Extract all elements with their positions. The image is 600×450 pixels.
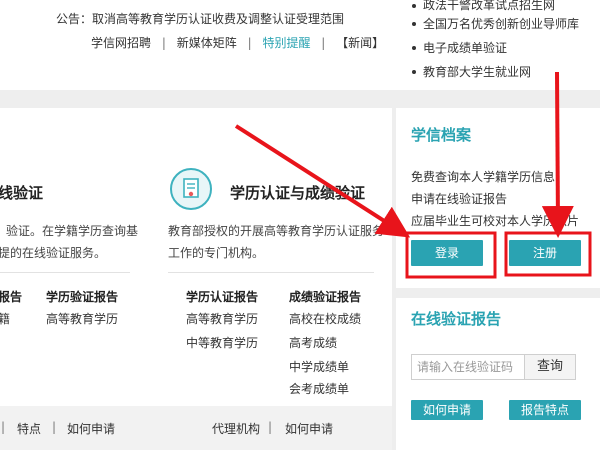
- report-features-button[interactable]: 报告特点: [509, 400, 581, 420]
- link-features[interactable]: 特点: [17, 420, 41, 437]
- services-panel: 线验证 验证。在学籍学历查询基 提的在线验证服务。 报告 籍 学历验证报告 高等…: [0, 108, 392, 450]
- certificate-icon: [170, 168, 212, 210]
- divider: [168, 272, 374, 273]
- link-separator: |: [1, 420, 6, 434]
- link-how-to-apply-2[interactable]: 如何申请: [285, 420, 333, 437]
- query-button[interactable]: 查询: [524, 354, 576, 380]
- cert-col1-item[interactable]: 中等教育学历: [186, 334, 258, 351]
- section-divider: [0, 90, 600, 108]
- right-link-1[interactable]: 政法干警改革试点招生网: [423, 0, 555, 13]
- online-verify-col1-item[interactable]: 籍: [0, 310, 10, 327]
- online-verify-title: 线验证: [0, 184, 44, 202]
- link-how-to-apply[interactable]: 如何申请: [67, 420, 115, 437]
- link-special-reminder[interactable]: 特别提醒: [262, 36, 310, 50]
- cert-col2-item[interactable]: 中学成绩单: [289, 358, 349, 375]
- archive-item[interactable]: 申请在线验证报告: [411, 190, 507, 207]
- cert-desc-2: 工作的专门机构。: [168, 246, 265, 260]
- login-button[interactable]: 登录: [411, 240, 483, 266]
- cert-col2-item[interactable]: 会考成绩单: [289, 380, 349, 397]
- verify-code-input[interactable]: [411, 354, 526, 380]
- link-separator: |: [161, 36, 166, 50]
- how-to-apply-button[interactable]: 如何申请: [411, 400, 483, 420]
- link-agency[interactable]: 代理机构: [212, 420, 260, 437]
- archive-item[interactable]: 免费查询本人学籍学历信息: [411, 168, 555, 185]
- cert-title: 学历认证与成绩验证: [230, 184, 366, 202]
- cert-col2-head: 成绩验证报告: [289, 290, 362, 304]
- bullet-icon: [412, 46, 416, 50]
- online-verify-desc-1: 验证。在学籍学历查询基: [6, 224, 139, 238]
- bullet-icon: [412, 4, 416, 8]
- bottom-link-bar: | 特点 | 如何申请 代理机构 | 如何申请: [0, 406, 392, 450]
- right-link-3[interactable]: 电子成绩单验证: [423, 39, 507, 56]
- online-verify-col2-head: 学历验证报告: [46, 290, 119, 304]
- right-link-2[interactable]: 全国万名优秀创新创业导师库: [423, 15, 579, 32]
- link-recruit[interactable]: 学信网招聘: [91, 36, 151, 50]
- notice-text[interactable]: 公告：取消高等教育学历认证收费及调整认证受理范围: [56, 10, 344, 27]
- xuexin-archive-title[interactable]: 学信档案: [411, 124, 471, 145]
- divider: [0, 272, 130, 273]
- link-separator: |: [268, 420, 273, 434]
- top-band: 公告：取消高等教育学历认证收费及调整认证受理范围 学信网招聘 | 新媒体矩阵 |…: [0, 0, 600, 90]
- online-verify-col1-head: 报告: [0, 290, 23, 304]
- cert-col1-head: 学历认证报告: [186, 290, 259, 304]
- sidebar-panel: 学信档案 免费查询本人学籍学历信息 申请在线验证报告 应届毕业生可校对本人学历照…: [396, 108, 600, 450]
- link-new-media[interactable]: 新媒体矩阵: [177, 36, 237, 50]
- online-report-title: 在线验证报告: [411, 310, 502, 328]
- cert-col1-item[interactable]: 高等教育学历: [186, 310, 258, 327]
- register-button[interactable]: 注册: [509, 240, 581, 266]
- cert-desc-1: 教育部授权的开展高等教育学历认证服务: [168, 224, 385, 238]
- bullet-icon: [412, 22, 416, 26]
- main-area: 线验证 验证。在学籍学历查询基 提的在线验证服务。 报告 籍 学历验证报告 高等…: [0, 108, 600, 450]
- online-verify-desc-2: 提的在线验证服务。: [0, 246, 107, 260]
- top-links: 学信网招聘 | 新媒体矩阵 | 特别提醒 | 【新闻】: [91, 34, 384, 51]
- cert-col2-item[interactable]: 高校在校成绩: [289, 310, 361, 327]
- right-link-4[interactable]: 教育部大学生就业网: [423, 63, 531, 80]
- sidebar-divider: [396, 288, 600, 298]
- link-news[interactable]: 【新闻】: [336, 36, 384, 50]
- bullet-icon: [412, 70, 416, 74]
- archive-item[interactable]: 应届毕业生可校对本人学历照片: [411, 212, 579, 229]
- link-separator: |: [52, 420, 57, 434]
- online-verify-col2-item[interactable]: 高等教育学历: [46, 310, 118, 327]
- link-separator: |: [247, 36, 252, 50]
- cert-col2-item[interactable]: 高考成绩: [289, 334, 337, 351]
- link-separator: |: [321, 36, 326, 50]
